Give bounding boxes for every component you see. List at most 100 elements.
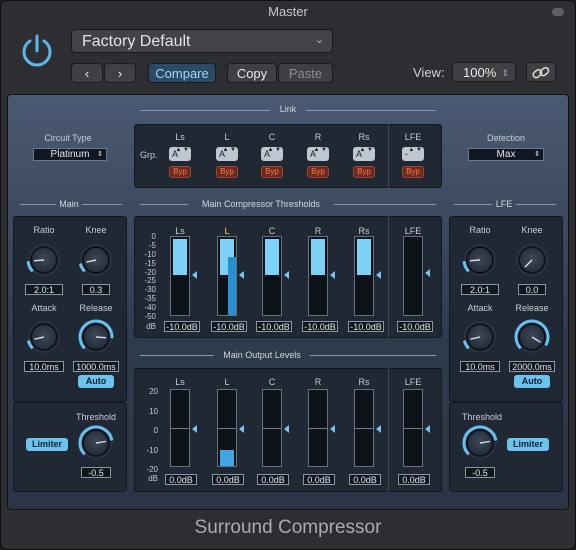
auto-button[interactable]: Auto [78,375,114,388]
threshold-value[interactable]: -10.0dB [211,321,247,332]
link-channel-label: R [314,132,322,142]
bypass-button[interactable]: Byp [353,166,375,178]
scale-tick-label: -20 [146,465,158,474]
view-label: View: [413,65,445,80]
zero-line [218,428,236,429]
power-icon[interactable] [18,32,56,70]
compare-button[interactable]: Compare [148,63,216,83]
link-icon[interactable] [526,62,556,82]
threshold-fill [311,239,325,276]
attack-knob[interactable] [26,321,60,353]
output-value[interactable]: 0.0dB [303,474,335,485]
threshold-meter[interactable] [170,236,197,316]
scale-tick-label: -10 [146,445,158,455]
threshold-label: Threshold [75,412,117,422]
threshold-meter[interactable] [403,236,430,316]
limiter-button[interactable]: Limiter [507,438,549,451]
ratio-knob[interactable] [26,244,60,276]
threshold-meter[interactable] [354,236,381,316]
prev-preset-button[interactable]: ‹ [71,63,103,83]
thresholds-lfe-divider [388,216,389,338]
chevron-down-icon: ⌄ [314,34,324,46]
ratio-value[interactable]: 2.0:1 [461,284,499,295]
output-value[interactable]: 0.0dB [349,474,381,485]
group-select[interactable]: - ▲ ▼ [402,147,424,161]
threshold-meter[interactable] [217,236,244,316]
scale-tick-label: -15 [144,258,156,268]
attack-knob[interactable] [462,321,496,353]
group-select[interactable]: A ▲ ▼ [307,147,329,161]
knee-value[interactable]: 0.0 [518,284,546,295]
threshold-knob[interactable] [462,425,498,459]
bypass-button[interactable]: Byp [307,166,329,178]
group-select[interactable]: A ▲ ▼ [169,147,191,161]
plugin-name: Surround Compressor [194,517,382,538]
threshold-value[interactable]: -10.0dB [302,321,338,332]
window-control[interactable] [552,8,564,16]
threshold-knob[interactable] [78,425,114,459]
group-select[interactable]: A ▲ ▼ [353,147,375,161]
view-zoom-select[interactable]: 100% ⇕ [452,62,516,82]
release-value[interactable]: 1000.0ms [73,361,119,372]
release-knob[interactable] [78,319,114,353]
detection-select[interactable]: Max ⇕ [468,148,544,161]
threshold-value[interactable]: -10.0dB [164,321,200,332]
output-meter[interactable] [403,389,430,467]
threshold-value[interactable]: -0.5 [465,467,495,478]
copy-button[interactable]: Copy [227,63,277,83]
next-preset-button[interactable]: › [104,63,136,83]
bypass-button[interactable]: Byp [169,166,191,178]
stepper-icon: ▲ ▼ [408,147,422,153]
output-marker [330,425,335,433]
bypass-button[interactable]: Byp [402,166,424,178]
threshold-value[interactable]: -0.5 [81,467,111,478]
preset-menu[interactable]: Factory Default ⌄ [71,29,333,53]
knee-knob[interactable] [78,244,112,276]
detection-value: Max [496,149,516,160]
output-channel-label: C [268,377,276,387]
attack-value[interactable]: 10.0ms [460,361,500,372]
ratio-knob[interactable] [462,244,496,276]
bypass-button[interactable]: Byp [261,166,283,178]
outputs-title: Main Output Levels [223,350,301,360]
threshold-fill [357,239,371,276]
threshold-value[interactable]: -10.0dB [348,321,384,332]
output-channel-label: Rs [358,377,370,387]
threshold-value[interactable]: -10.0dB [256,321,292,332]
release-label: Release [515,303,549,313]
group-select[interactable]: A ▲ ▼ [261,147,283,161]
threshold-meter[interactable] [262,236,289,316]
bypass-button[interactable]: Byp [216,166,238,178]
threshold-meter[interactable] [308,236,335,316]
output-meter[interactable] [262,389,289,467]
release-value[interactable]: 2000.0ms [509,361,555,372]
ratio-value[interactable]: 2.0:1 [25,284,63,295]
attack-value[interactable]: 10.0ms [24,361,64,372]
release-knob[interactable] [514,319,550,353]
divider [310,355,436,356]
auto-button[interactable]: Auto [514,375,550,388]
output-value[interactable]: 0.0dB [398,474,430,485]
output-value[interactable]: 0.0dB [165,474,197,485]
paste-button[interactable]: Paste [278,63,333,83]
output-value[interactable]: 0.0dB [257,474,289,485]
divider [306,110,436,111]
threshold-channel-label: LFE [404,226,422,236]
output-meter[interactable] [308,389,335,467]
output-meter[interactable] [217,389,244,467]
threshold-marker [376,271,381,280]
threshold-value[interactable]: -10.0dB [397,321,433,332]
release-label: Release [79,303,113,313]
output-meter[interactable] [354,389,381,467]
stepper-icon: ⇕ [97,151,103,158]
knee-value[interactable]: 0.3 [82,284,110,295]
limiter-button[interactable]: Limiter [26,438,68,451]
output-value[interactable]: 0.0dB [212,474,244,485]
circuit-type-select[interactable]: Platinum ⇕ [33,148,107,161]
threshold-channel-label: Rs [358,226,370,236]
output-marker [192,425,197,433]
zero-line [355,428,373,429]
group-select[interactable]: A ▲ ▼ [216,147,238,161]
output-meter[interactable] [170,389,197,467]
knee-knob[interactable] [516,244,548,276]
